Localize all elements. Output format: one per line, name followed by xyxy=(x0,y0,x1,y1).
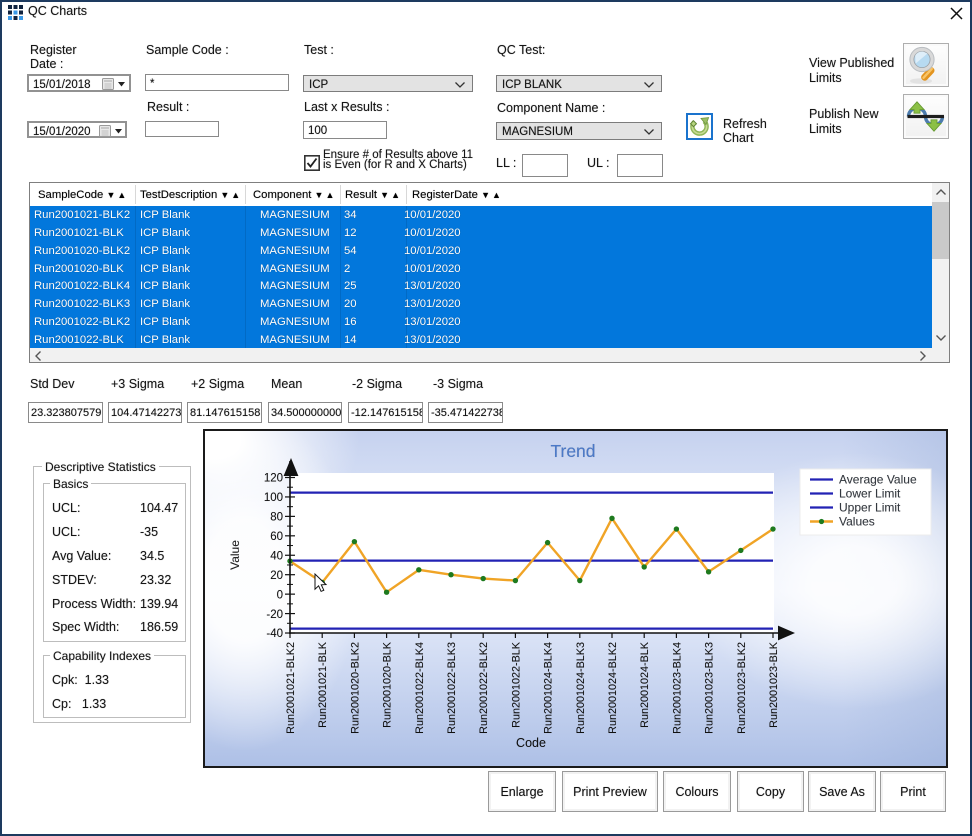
svg-text:Run2001024-BLK2: Run2001024-BLK2 xyxy=(607,642,619,734)
svg-text:Average Value: Average Value xyxy=(839,473,917,487)
svg-text:100: 100 xyxy=(264,492,283,504)
svg-text:Run2001024-BLK: Run2001024-BLK xyxy=(639,641,651,728)
svg-text:80: 80 xyxy=(270,512,283,524)
svg-text:Run2001024-BLK3: Run2001024-BLK3 xyxy=(575,642,587,734)
svg-text:40: 40 xyxy=(270,550,283,562)
svg-text:Run2001023-BLK4: Run2001023-BLK4 xyxy=(671,642,683,734)
svg-text:-20: -20 xyxy=(266,609,283,621)
svg-text:Run2001020-BLK: Run2001020-BLK xyxy=(382,641,394,728)
svg-text:Upper Limit: Upper Limit xyxy=(839,501,901,515)
svg-text:Trend: Trend xyxy=(550,441,595,461)
svg-text:Run2001021-BLK2: Run2001021-BLK2 xyxy=(285,642,297,734)
svg-text:Run2001023-BLK2: Run2001023-BLK2 xyxy=(736,642,748,734)
svg-text:Run2001022-BLK2: Run2001022-BLK2 xyxy=(478,642,490,734)
svg-text:Run2001021-BLK: Run2001021-BLK xyxy=(317,641,329,728)
svg-text:Lower Limit: Lower Limit xyxy=(839,487,901,501)
svg-text:Run2001023-BLK: Run2001023-BLK xyxy=(768,641,780,728)
svg-text:Value: Value xyxy=(228,540,242,570)
svg-text:Code: Code xyxy=(516,736,546,750)
svg-text:20: 20 xyxy=(270,570,283,582)
svg-text:60: 60 xyxy=(270,531,283,543)
svg-text:-40: -40 xyxy=(266,628,283,640)
svg-text:Run2001020-BLK2: Run2001020-BLK2 xyxy=(349,642,361,734)
svg-text:120: 120 xyxy=(264,473,283,485)
svg-text:Run2001022-BLK: Run2001022-BLK xyxy=(510,641,522,728)
svg-text:Run2001023-BLK3: Run2001023-BLK3 xyxy=(704,642,716,734)
svg-text:Run2001024-BLK4: Run2001024-BLK4 xyxy=(543,642,555,734)
svg-text:Run2001022-BLK4: Run2001022-BLK4 xyxy=(414,642,426,734)
svg-text:Run2001022-BLK3: Run2001022-BLK3 xyxy=(446,642,458,734)
svg-text:Values: Values xyxy=(839,515,875,529)
svg-text:0: 0 xyxy=(277,589,283,601)
